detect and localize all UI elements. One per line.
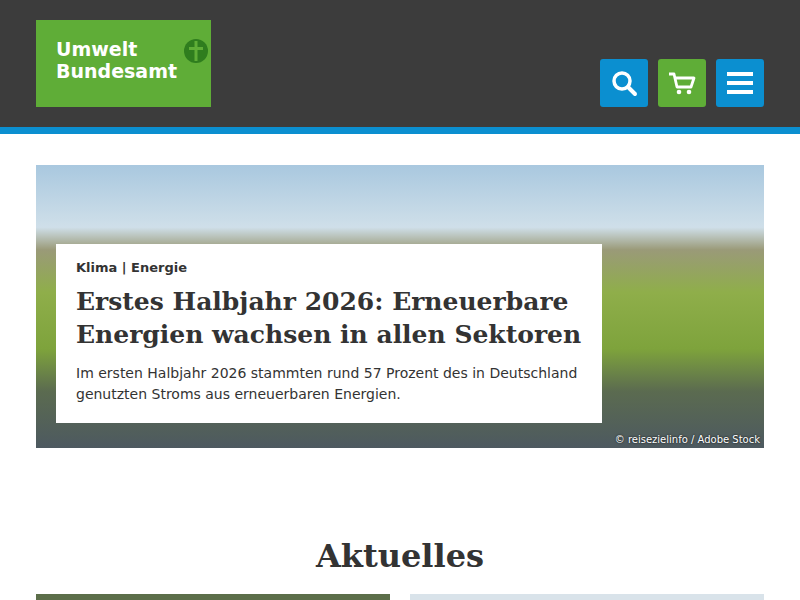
header: UmweltBundesamt [0,0,800,127]
news-card-image[interactable] [410,594,764,600]
logo[interactable]: UmweltBundesamt [36,20,211,107]
logo-text: UmweltBundesamt [56,38,177,82]
image-credit: © reisezielinfo / Adobe Stock [615,434,760,445]
hero-image: Klima | Energie Erstes Halbjahr 2026: Ern… [36,165,764,448]
hero-tag: Klima | Energie [76,260,582,275]
hamburger-icon [726,70,754,96]
news-card-image[interactable] [36,594,390,600]
emblem-icon [183,38,209,64]
search-button[interactable] [600,59,648,107]
menu-button[interactable] [716,59,764,107]
cart-icon [667,69,697,97]
hero-teaser[interactable]: Klima | Energie Erstes Halbjahr 2026: Ern… [0,134,800,448]
hero-title[interactable]: Erstes Halbjahr 2026: Erneuerbare Energi… [76,285,582,351]
news-cards [0,594,800,600]
hero-card: Klima | Energie Erstes Halbjahr 2026: Ern… [56,244,602,423]
section-title: Aktuelles [0,536,800,576]
header-buttons [600,20,764,127]
hero-text: Im ersten Halbjahr 2026 stammten rund 57… [76,363,582,405]
cart-button[interactable] [658,59,706,107]
page: UmweltBundesamt Klima | Energie Erstes Hal… [0,0,800,600]
magnifier-icon [610,69,638,97]
header-stripe [0,127,800,134]
